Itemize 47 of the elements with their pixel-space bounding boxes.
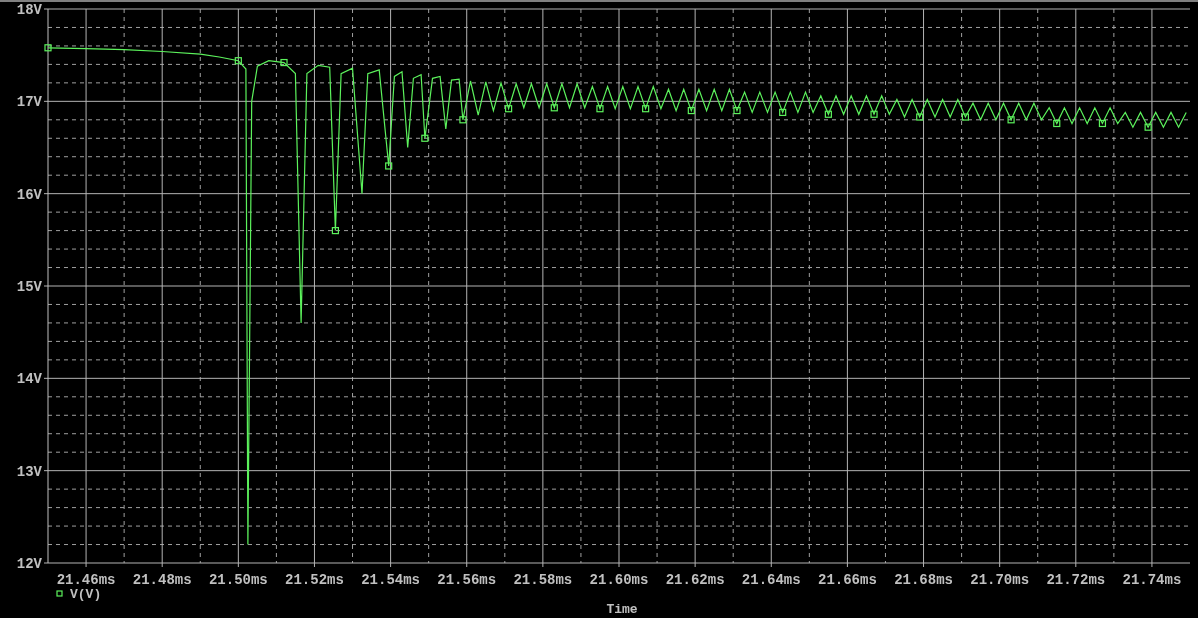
legend-label: V(V) <box>70 587 102 602</box>
trace-marker <box>234 57 242 65</box>
x-axis-label: 21.66ms <box>818 572 877 588</box>
x-axis-label: 21.60ms <box>589 572 649 588</box>
trace-marker <box>824 110 832 118</box>
x-axis-label: 21.70ms <box>970 572 1030 588</box>
trace-marker <box>642 105 650 113</box>
trace-marker <box>916 113 924 121</box>
trace-marker <box>1098 119 1107 128</box>
y-axis-label: 15V <box>16 279 42 295</box>
trace-marker <box>459 116 467 124</box>
legend-marker-icon <box>56 590 63 597</box>
trace-marker <box>1144 123 1152 131</box>
trace-marker <box>44 44 52 52</box>
x-axis-label: 21.64ms <box>741 572 801 588</box>
trace-marker <box>961 113 969 121</box>
y-axis-label: 12V <box>16 556 42 572</box>
x-axis-label: 21.52ms <box>285 572 344 588</box>
trace-marker <box>779 108 787 116</box>
trace-marker <box>550 104 558 112</box>
trace-marker <box>1007 116 1015 124</box>
x-axis-label: 21.62ms <box>665 572 725 588</box>
trace-marker <box>733 106 741 115</box>
x-axis-title: Time <box>606 602 638 617</box>
trace-marker <box>385 162 393 170</box>
y-axis-label: 18V <box>16 2 42 18</box>
trace-marker <box>870 110 878 118</box>
x-axis-label: 21.58ms <box>513 572 573 588</box>
trace-marker <box>596 105 604 113</box>
x-axis-label: 21.56ms <box>437 572 497 588</box>
trace-marker <box>505 105 513 113</box>
y-axis-label: 13V <box>16 463 42 480</box>
trace-marker <box>280 58 288 67</box>
trace-marker <box>1053 119 1061 128</box>
trace-marker <box>331 227 339 235</box>
trace-marker <box>421 134 429 142</box>
x-axis-label: 21.54ms <box>361 572 420 588</box>
y-axis-label: 17V <box>16 94 42 111</box>
x-axis-label: 21.68ms <box>894 572 953 588</box>
y-axis-label: 14V <box>16 371 42 388</box>
x-axis-label: 21.72ms <box>1046 572 1106 588</box>
x-axis-label: 21.48ms <box>132 572 192 588</box>
y-axis-label: 16V <box>16 186 42 203</box>
trace-marker <box>687 106 695 115</box>
x-axis-label: 21.50ms <box>208 572 268 588</box>
x-axis-label: 21.74ms <box>1122 572 1182 588</box>
x-axis-label: 21.46ms <box>56 572 116 588</box>
